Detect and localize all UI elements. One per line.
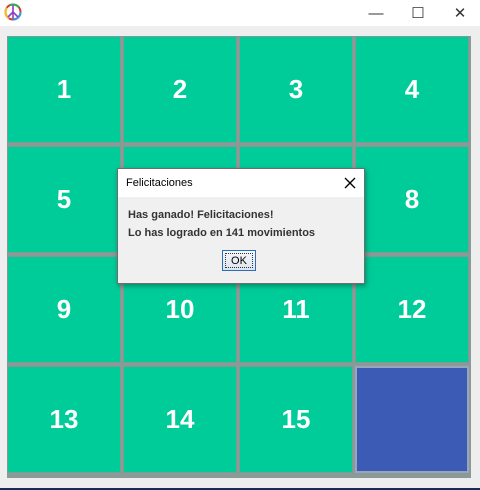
tile-3[interactable]: 3 (239, 36, 353, 143)
tile-4[interactable]: 4 (355, 36, 469, 143)
tile-13[interactable]: 13 (7, 366, 121, 473)
tile-9[interactable]: 9 (7, 256, 121, 363)
maximize-button[interactable]: ☐ (398, 0, 438, 26)
minimize-button[interactable]: — (356, 0, 396, 26)
dialog-message-line1: Has ganado! Felicitaciones! (128, 209, 274, 221)
title-bar: — ☐ ✕ (0, 0, 480, 26)
close-window-button[interactable]: ✕ (440, 0, 480, 26)
dialog-title-text: Felicitaciones (126, 177, 193, 189)
tile-14[interactable]: 14 (123, 366, 237, 473)
tile-15[interactable]: 15 (239, 366, 353, 473)
empty-tile[interactable] (355, 366, 469, 473)
tile-5[interactable]: 5 (7, 146, 121, 253)
tile-8[interactable]: 8 (355, 146, 469, 253)
congratulations-dialog: Felicitaciones Has ganado! Felicitacione… (117, 168, 365, 284)
close-icon[interactable] (342, 175, 358, 191)
peace-icon (4, 3, 22, 21)
tile-2[interactable]: 2 (123, 36, 237, 143)
dialog-message-line2: Lo has logrado en 141 movimientos (128, 227, 316, 239)
tile-1[interactable]: 1 (7, 36, 121, 143)
dialog-title: Felicitaciones (118, 169, 364, 197)
tile-12[interactable]: 12 (355, 256, 469, 363)
ok-button[interactable]: OK (222, 250, 256, 271)
